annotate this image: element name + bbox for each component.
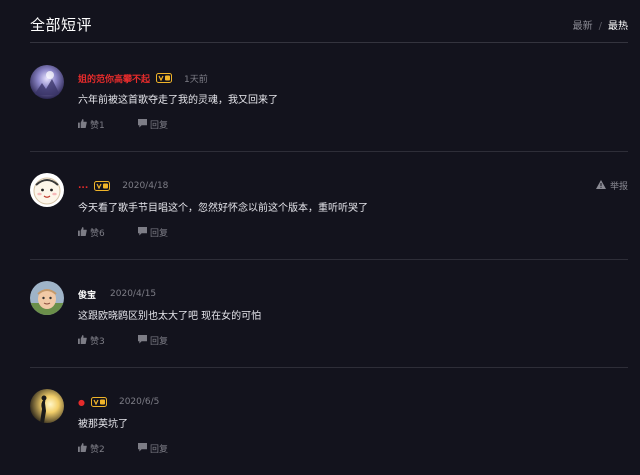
like-count: 赞3 (90, 337, 105, 347)
comment-text: 今天看了歌手节目唱这个，忽然好怀念以前这个版本，重听听哭了 (78, 203, 368, 214)
reply-label: 回复 (150, 337, 169, 347)
sort-options: 最新 / 最热 (573, 17, 628, 32)
report-label: 举报 (609, 182, 628, 192)
comment-text: 被那英坑了 (78, 419, 128, 430)
comment-item: ... 2020/4/18 举报 今天看了歌手节目唱这个，忽然好怀念以前这个版本… (30, 151, 628, 260)
username[interactable]: 俊宝 (78, 288, 96, 301)
reply-label: 回复 (150, 121, 169, 131)
comment-actions: 赞3 回复 (78, 334, 168, 347)
vip-badge-icon (156, 73, 173, 83)
reply-button[interactable]: 回复 (138, 118, 168, 131)
username[interactable]: 姐的范你高攀不起 (78, 72, 150, 85)
warning-icon (595, 179, 610, 192)
like-count: 赞1 (90, 121, 105, 131)
reply-button[interactable]: 回复 (138, 226, 168, 239)
reply-label: 回复 (150, 229, 169, 239)
comment-item: 姐的范你高攀不起 1天前 六年前被这首歌夺走了我的灵魂，我又回来了 赞1 回复 (30, 43, 628, 152)
avatar[interactable] (30, 65, 64, 99)
speech-bubble-icon (138, 226, 150, 239)
vip-badge-icon (90, 397, 107, 407)
like-button[interactable]: 赞1 (78, 118, 138, 131)
thumbs-up-icon (78, 226, 90, 239)
like-button[interactable]: 赞2 (78, 442, 138, 455)
comment-date: 2020/6/5 (118, 397, 160, 407)
reply-button[interactable]: 回复 (138, 334, 168, 347)
speech-bubble-icon (138, 334, 150, 347)
username[interactable]: ... (78, 181, 88, 191)
avatar[interactable] (30, 281, 64, 315)
section-title: 全部短评 (30, 16, 93, 34)
speech-bubble-icon (138, 442, 150, 455)
vip-badge-icon (94, 181, 111, 191)
thumbs-up-icon (78, 334, 90, 347)
comment-meta: 姐的范你高攀不起 1天前 (78, 71, 208, 85)
comment-date: 2020/4/18 (122, 181, 169, 191)
speech-bubble-icon (138, 118, 150, 131)
reply-button[interactable]: 回复 (138, 442, 168, 455)
comment-date: 2020/4/15 (110, 289, 157, 299)
sort-latest-tab[interactable]: 最新 (573, 21, 593, 32)
comment-text: 六年前被这首歌夺走了我的灵魂，我又回来了 (78, 95, 278, 106)
comment-date: 1天前 (184, 74, 208, 85)
comment-actions: 赞2 回复 (78, 442, 168, 455)
comment-actions: 赞6 回复 (78, 226, 168, 239)
comment-meta: 俊宝 2020/4/15 (78, 287, 156, 301)
sort-hot-tab[interactable]: 最热 (608, 21, 628, 32)
comments-header: 全部短评 最新 / 最热 (30, 0, 628, 43)
comment-item: 俊宝 2020/4/15 这跟欧晓鸥区别也太大了吧 现在女的可怕 赞3 回复 (30, 259, 628, 368)
comment-text: 这跟欧晓鸥区别也太大了吧 现在女的可怕 (78, 311, 262, 322)
like-count: 赞2 (90, 445, 105, 455)
comment-meta: ... 2020/4/18 (78, 179, 168, 193)
reply-label: 回复 (150, 445, 169, 455)
username[interactable]: ● (78, 398, 85, 407)
like-count: 赞6 (90, 229, 105, 239)
thumbs-up-icon (78, 118, 90, 131)
comment-actions: 赞1 回复 (78, 118, 168, 131)
sort-separator: / (598, 21, 602, 32)
like-button[interactable]: 赞3 (78, 334, 138, 347)
thumbs-up-icon (78, 442, 90, 455)
report-button[interactable]: 举报 (595, 179, 628, 192)
avatar[interactable] (30, 389, 64, 423)
comment-meta: ● 2020/6/5 (78, 395, 159, 409)
avatar[interactable] (30, 173, 64, 207)
like-button[interactable]: 赞6 (78, 226, 138, 239)
